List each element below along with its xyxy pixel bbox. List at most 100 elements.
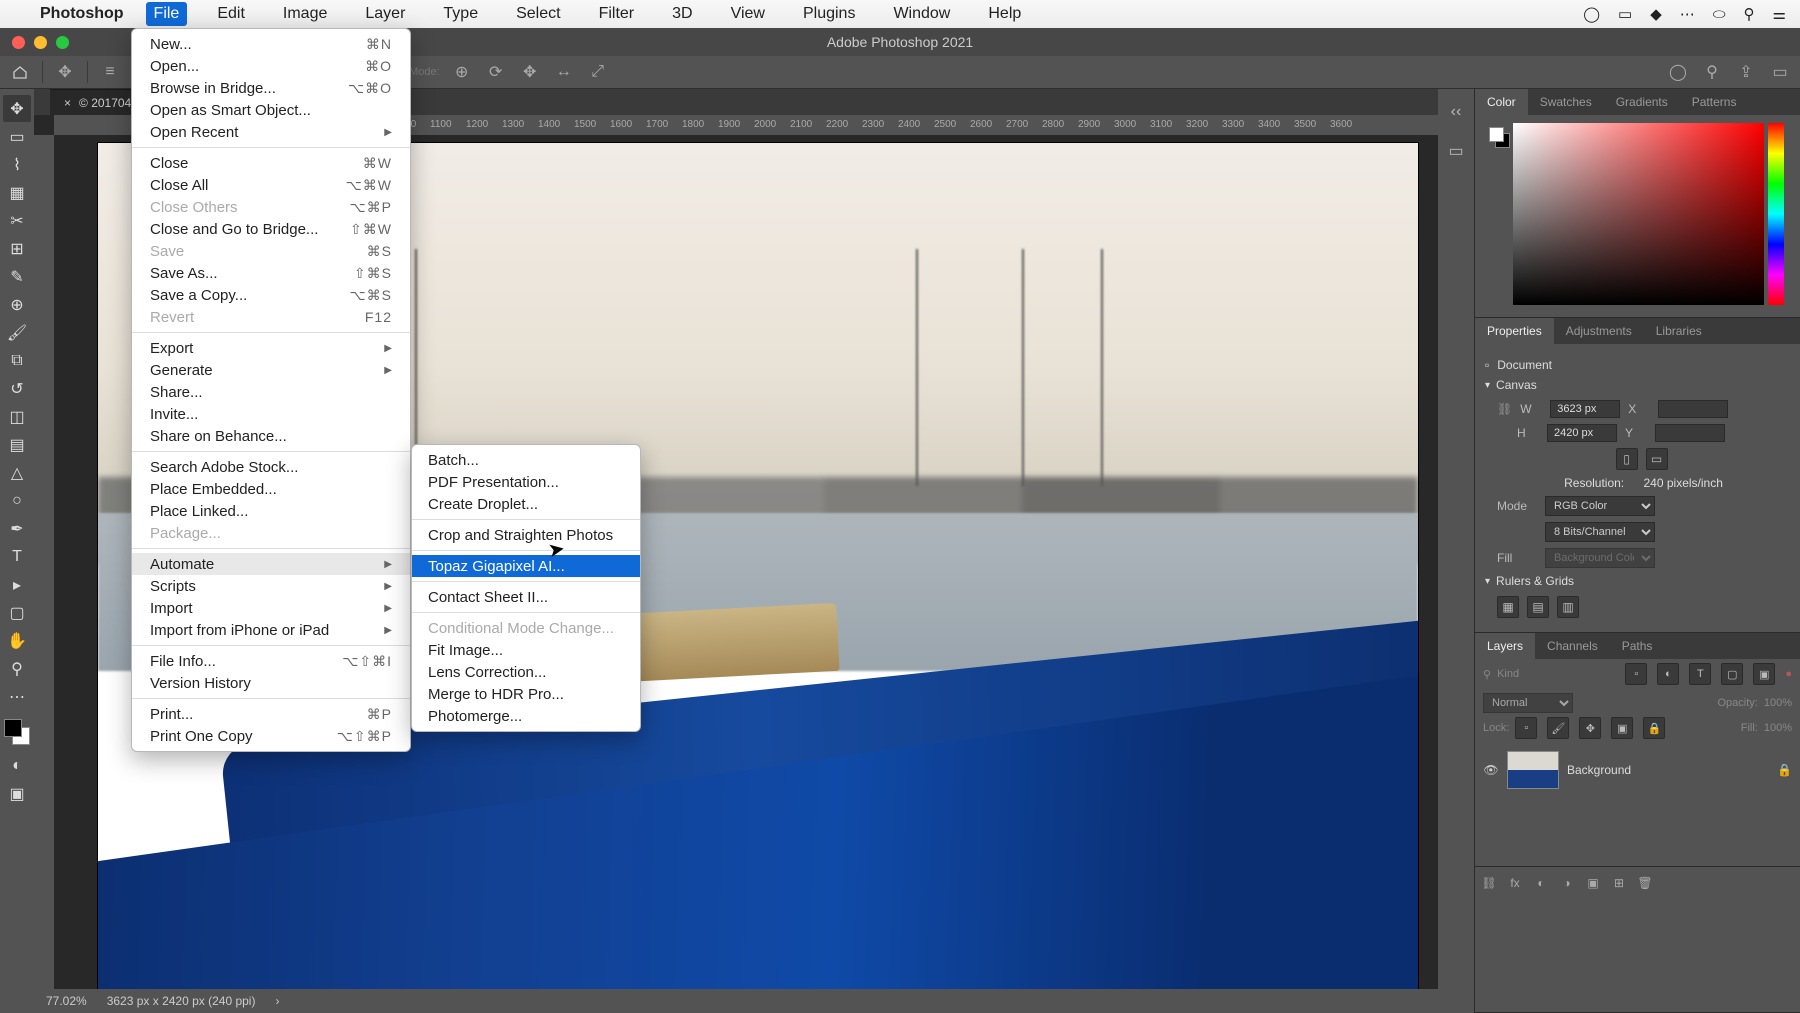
submenu-item-lens-correction[interactable]: Lens Correction... xyxy=(412,661,640,683)
menu-item-invite[interactable]: Invite... xyxy=(132,403,410,425)
frame-tool[interactable]: ⊞ xyxy=(3,235,31,262)
menu-item-generate[interactable]: Generate▶ xyxy=(132,359,410,381)
clone-tool[interactable]: ⧉ xyxy=(3,347,31,374)
menu-item-share[interactable]: Share... xyxy=(132,381,410,403)
adobe-cloud-icon[interactable]: ◯ xyxy=(1583,5,1600,23)
filter-type-icon[interactable]: T xyxy=(1689,663,1711,685)
submenu-item-merge-to-hdr-pro[interactable]: Merge to HDR Pro... xyxy=(412,683,640,705)
collapse-handle-icon[interactable]: ‹‹ xyxy=(1451,103,1462,121)
dodge-tool[interactable]: ○ xyxy=(3,487,31,514)
layer-mask-icon[interactable]: ◐ xyxy=(1531,873,1551,893)
tab-properties[interactable]: Properties xyxy=(1475,318,1554,344)
align-left-icon[interactable]: ≡ xyxy=(98,60,122,84)
menu-extra-icon[interactable]: ⋯ xyxy=(1680,5,1695,23)
share-icon[interactable]: ⇪ xyxy=(1734,60,1758,84)
delete-layer-icon[interactable]: 🗑 xyxy=(1635,873,1655,893)
healing-tool[interactable]: ⊕ xyxy=(3,291,31,318)
tab-libraries[interactable]: Libraries xyxy=(1644,318,1714,344)
menu-window[interactable]: Window xyxy=(885,2,958,26)
menu-file[interactable]: File xyxy=(146,2,188,26)
submenu-item-crop-and-straighten-photos[interactable]: Crop and Straighten Photos xyxy=(412,524,640,546)
spotlight-icon[interactable]: ⚲ xyxy=(1744,5,1755,23)
3d-roll-icon[interactable]: ⟳ xyxy=(484,60,508,84)
fill-select[interactable]: Background Color xyxy=(1545,548,1655,568)
menu-plugins[interactable]: Plugins xyxy=(795,2,863,26)
ruler-vertical[interactable] xyxy=(34,135,54,989)
battery-icon[interactable]: ▭ xyxy=(1618,5,1632,23)
menu-item-import[interactable]: Import▶ xyxy=(132,597,410,619)
menu-edit[interactable]: Edit xyxy=(209,2,253,26)
filter-adjust-icon[interactable]: ◐ xyxy=(1657,663,1679,685)
wifi-icon[interactable]: ⬭ xyxy=(1713,6,1726,23)
menu-item-place-linked[interactable]: Place Linked... xyxy=(132,500,410,522)
opacity-value[interactable]: 100% xyxy=(1764,697,1792,709)
zoom-window-button[interactable] xyxy=(56,36,69,49)
group-icon[interactable]: ▣ xyxy=(1583,873,1603,893)
visibility-icon[interactable]: 👁 xyxy=(1483,763,1499,777)
history-brush-tool[interactable]: ↺ xyxy=(3,375,31,402)
orientation-portrait-button[interactable]: ▯ xyxy=(1616,448,1638,470)
tab-channels[interactable]: Channels xyxy=(1535,633,1610,659)
lock-pixels-icon[interactable]: 🖌 xyxy=(1547,717,1569,739)
minimize-window-button[interactable] xyxy=(34,36,47,49)
y-field[interactable] xyxy=(1655,424,1725,442)
menu-item-place-embedded[interactable]: Place Embedded... xyxy=(132,478,410,500)
menu-item-search-adobe-stock[interactable]: Search Adobe Stock... xyxy=(132,456,410,478)
screen-mode-toggle[interactable]: ▣ xyxy=(3,780,31,807)
search-icon[interactable]: ⚲ xyxy=(1700,60,1724,84)
dropbox-icon[interactable]: ◆ xyxy=(1650,5,1662,23)
cloud-docs-icon[interactable]: ◯ xyxy=(1666,60,1690,84)
menu-layer[interactable]: Layer xyxy=(357,2,413,26)
adjustment-layer-icon[interactable]: ◑ xyxy=(1557,873,1577,893)
brush-tool[interactable]: 🖌 xyxy=(3,319,31,346)
submenu-item-pdf-presentation[interactable]: PDF Presentation... xyxy=(412,471,640,493)
lasso-tool[interactable]: ⌇ xyxy=(3,151,31,178)
move-tool[interactable]: ✥ xyxy=(3,95,31,122)
eraser-tool[interactable]: ◫ xyxy=(3,403,31,430)
3d-slide-icon[interactable]: ↔ xyxy=(552,60,576,84)
tab-layers[interactable]: Layers xyxy=(1475,633,1535,659)
lock-artboard-icon[interactable]: ▣ xyxy=(1611,717,1633,739)
type-tool[interactable]: T xyxy=(3,543,31,570)
menu-item-scripts[interactable]: Scripts▶ xyxy=(132,575,410,597)
submenu-item-topaz-gigapixel-ai[interactable]: Topaz Gigapixel AI... xyxy=(412,555,640,577)
tab-adjustments[interactable]: Adjustments xyxy=(1554,318,1644,344)
submenu-item-contact-sheet-ii[interactable]: Contact Sheet II... xyxy=(412,586,640,608)
3d-orbit-icon[interactable]: ⊕ xyxy=(450,60,474,84)
edit-toolbar[interactable]: ⋯ xyxy=(3,683,31,710)
filter-toggle-icon[interactable]: ● xyxy=(1785,668,1792,680)
menu-item-close-all[interactable]: Close All⌥⌘W xyxy=(132,174,410,196)
zoom-level[interactable]: 77.02% xyxy=(46,994,87,1008)
layer-row[interactable]: 👁 Background 🔒 xyxy=(1475,745,1800,795)
menu-item-automate[interactable]: Automate▶ xyxy=(132,553,410,575)
mode-select[interactable]: RGB Color xyxy=(1545,496,1655,516)
submenu-item-photomerge[interactable]: Photomerge... xyxy=(412,705,640,727)
tab-close-icon[interactable]: × xyxy=(64,96,71,110)
menu-item-share-on-behance[interactable]: Share on Behance... xyxy=(132,425,410,447)
menu-item-open-as-smart-object[interactable]: Open as Smart Object... xyxy=(132,99,410,121)
guides-button[interactable]: ▥ xyxy=(1557,596,1579,618)
link-layers-icon[interactable]: ⛓ xyxy=(1479,873,1499,893)
submenu-item-fit-image[interactable]: Fit Image... xyxy=(412,639,640,661)
gradient-tool[interactable]: ▤ xyxy=(3,431,31,458)
tab-swatches[interactable]: Swatches xyxy=(1528,89,1604,115)
workspace-icon[interactable]: ▭ xyxy=(1768,60,1792,84)
menu-item-close-and-go-to-bridge[interactable]: Close and Go to Bridge...⇧⌘W xyxy=(132,218,410,240)
tab-paths[interactable]: Paths xyxy=(1610,633,1665,659)
grid-button[interactable]: ▤ xyxy=(1527,596,1549,618)
menu-item-print-one-copy[interactable]: Print One Copy⌥⇧⌘P xyxy=(132,725,410,747)
control-center-icon[interactable]: ⚌ xyxy=(1773,5,1786,23)
submenu-item-create-droplet[interactable]: Create Droplet... xyxy=(412,493,640,515)
filter-pixel-icon[interactable]: ▫ xyxy=(1625,663,1647,685)
zoom-tool[interactable]: ⚲ xyxy=(3,655,31,682)
filter-smart-icon[interactable]: ▣ xyxy=(1753,663,1775,685)
history-panel-icon[interactable]: ▭ xyxy=(1448,141,1463,161)
menu-item-save-as[interactable]: Save As...⇧⌘S xyxy=(132,262,410,284)
new-layer-icon[interactable]: ⊞ xyxy=(1609,873,1629,893)
link-wh-icon[interactable]: ⛓ xyxy=(1497,402,1512,416)
filter-shape-icon[interactable]: ▢ xyxy=(1721,663,1743,685)
status-arrow-icon[interactable]: › xyxy=(275,994,279,1008)
doc-info[interactable]: 3623 px x 2420 px (240 ppi) xyxy=(107,994,256,1008)
tab-color[interactable]: Color xyxy=(1475,89,1528,115)
layer-thumbnail[interactable] xyxy=(1507,751,1559,789)
